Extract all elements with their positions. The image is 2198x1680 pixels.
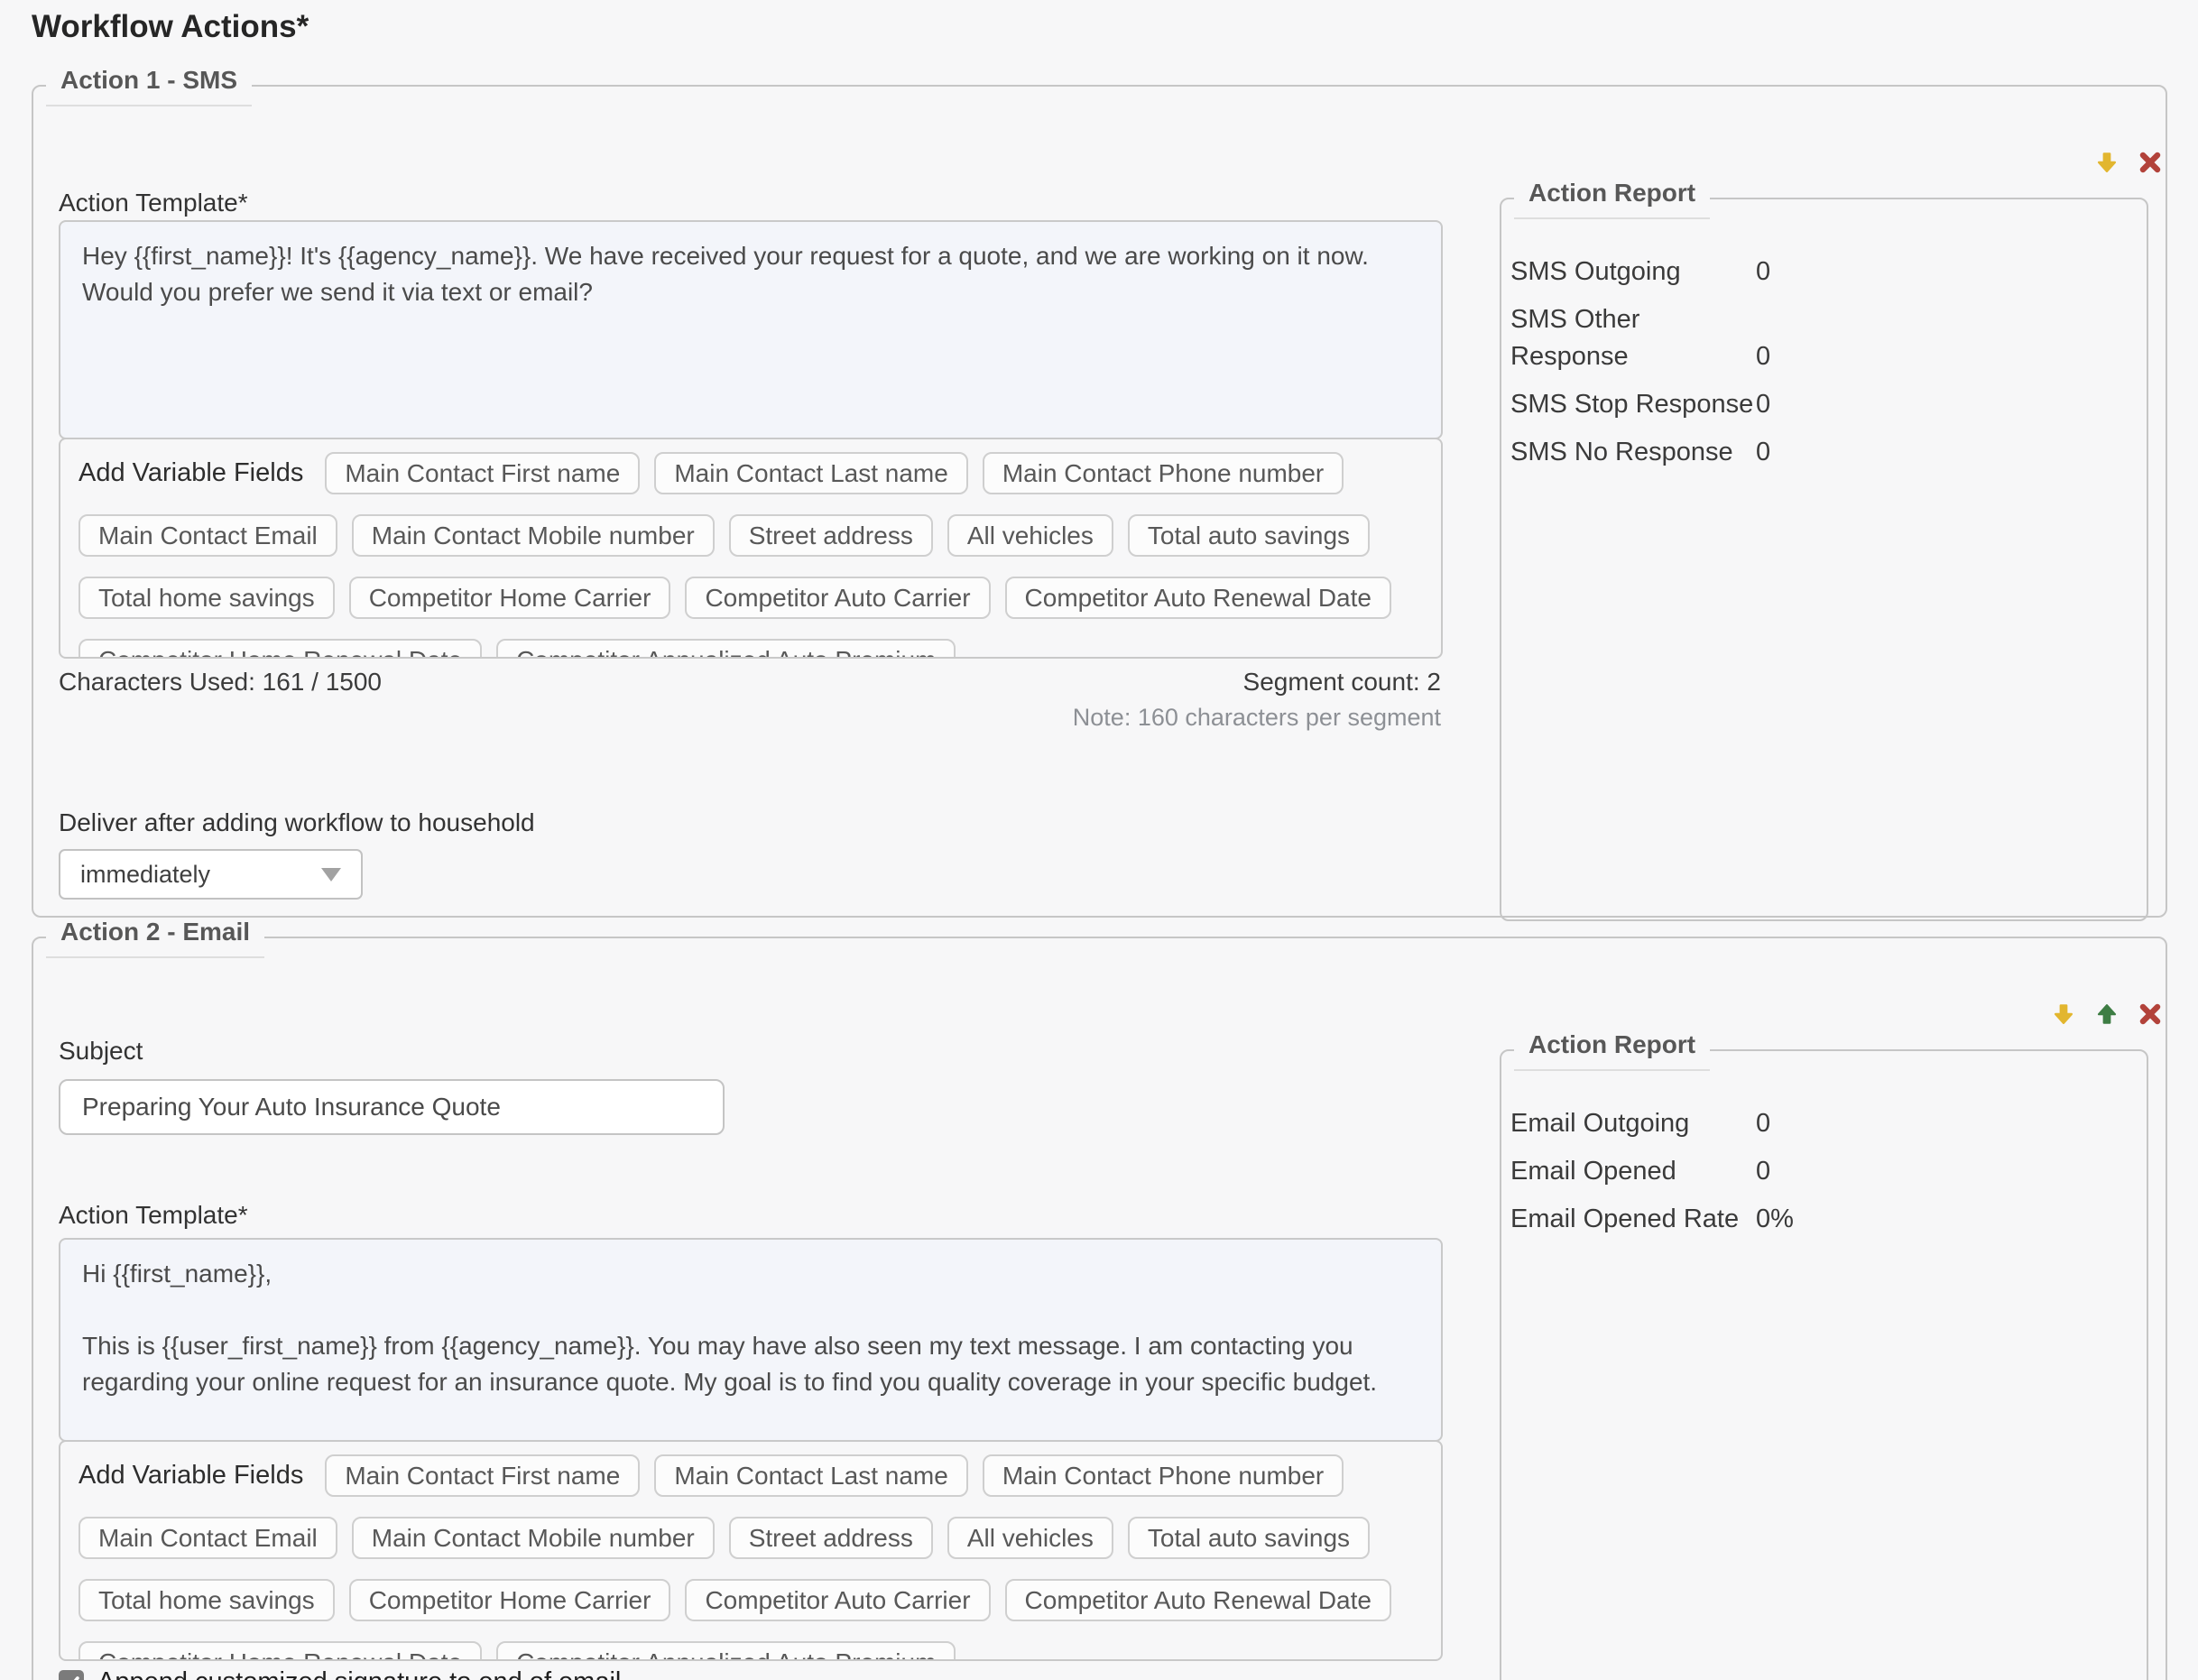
deliver-timing-select[interactable]: immediately <box>59 849 363 900</box>
arrow-down-icon <box>2093 149 2120 176</box>
action-template-label: Action Template* <box>59 1200 248 1231</box>
chevron-down-icon <box>321 868 341 882</box>
add-variable-fields-label: Add Variable Fields <box>78 452 303 494</box>
page-title: Workflow Actions* <box>32 9 309 45</box>
variable-field-button[interactable]: Competitor Auto Renewal Date <box>1005 577 1391 619</box>
report-row-value: 0 <box>1756 1153 2147 1190</box>
variable-field-button[interactable]: Total home savings <box>78 1579 335 1621</box>
workflow-actions-page: Workflow Actions* Action 1 - SMS Action … <box>0 0 2198 1680</box>
arrow-down-icon <box>2050 1001 2077 1028</box>
segment-note: Note: 160 characters per segment <box>1073 704 1441 732</box>
variable-field-button[interactable]: Competitor Auto Carrier <box>685 1579 990 1621</box>
variable-field-button[interactable]: Main Contact Email <box>78 514 337 557</box>
report-row-value: 0 <box>1756 338 2147 375</box>
sms-template-textarea[interactable]: Hey {{first_name}}! It's {{agency_name}}… <box>59 220 1443 439</box>
variable-field-button[interactable]: Total home savings <box>78 577 335 619</box>
report-row-label: Email Outgoing <box>1510 1105 1756 1142</box>
variable-field-button[interactable]: Competitor Auto Renewal Date <box>1005 1579 1391 1621</box>
variable-field-button[interactable]: Main Contact Phone number <box>983 1454 1344 1497</box>
action-1-legend: Action 1 - SMS <box>46 65 252 106</box>
variable-field-button[interactable]: Street address <box>729 1517 933 1559</box>
variable-field-button[interactable]: Competitor Home Renewal Date <box>78 639 482 659</box>
report-row-label: SMS No Response <box>1510 434 1756 471</box>
delete-action-button[interactable] <box>2137 149 2164 176</box>
action-report-legend: Action Report <box>1514 1029 1710 1071</box>
variable-field-button[interactable]: Competitor Home Carrier <box>349 1579 671 1621</box>
variable-field-button[interactable]: Competitor Home Carrier <box>349 577 671 619</box>
variable-field-button[interactable]: Main Contact First name <box>325 1454 640 1497</box>
report-row-label: Email Opened <box>1510 1153 1756 1190</box>
variable-field-button[interactable]: Main Contact First name <box>325 452 640 494</box>
deliver-after-label: Deliver after adding workflow to househo… <box>59 808 535 838</box>
variable-field-button[interactable]: Competitor Home Renewal Date <box>78 1641 482 1661</box>
variable-field-button[interactable]: Main Contact Mobile number <box>352 514 715 557</box>
email-report-rows: Email Outgoing 0 Email Opened 0 Email Op… <box>1510 1105 2147 1238</box>
report-row-value: 0 <box>1756 434 2147 471</box>
action-template-label: Action Template* <box>59 188 248 218</box>
variable-field-button[interactable]: Total auto savings <box>1128 1517 1370 1559</box>
email-action-report: Action Report Email Outgoing 0 Email Ope… <box>1500 1029 2148 1680</box>
email-template-textarea[interactable]: Hi {{first_name}}, This is {{user_first_… <box>59 1238 1443 1442</box>
action-1-sms-section: Action 1 - SMS Action Template* Hey {{fi… <box>32 65 2167 918</box>
variable-field-button[interactable]: Competitor Annualized Auto Premium <box>496 1641 956 1661</box>
variable-field-button[interactable]: Main Contact Mobile number <box>352 1517 715 1559</box>
append-signature-row: Append customized signature to end of em… <box>59 1667 621 1680</box>
add-variable-fields-label: Add Variable Fields <box>78 1454 303 1497</box>
segment-count: Segment count: 2 <box>1073 668 1441 697</box>
append-signature-checkbox[interactable] <box>59 1670 84 1680</box>
move-action-down-button[interactable] <box>2093 149 2120 176</box>
report-row-label: SMS Other Response <box>1510 301 1756 375</box>
close-icon <box>2137 149 2164 176</box>
variable-field-button[interactable]: Competitor Annualized Auto Premium <box>496 639 956 659</box>
deliver-timing-value: immediately <box>80 861 210 889</box>
delete-action-button[interactable] <box>2137 1001 2164 1028</box>
variable-field-button[interactable]: Competitor Auto Carrier <box>685 577 990 619</box>
email-variable-fields-panel: Add Variable Fields Main Contact First n… <box>59 1440 1443 1661</box>
report-row-label: Email Opened Rate <box>1510 1201 1756 1238</box>
report-row-value: 0 <box>1756 254 2147 291</box>
action-2-legend: Action 2 - Email <box>46 917 264 958</box>
report-row-label: SMS Outgoing <box>1510 254 1756 291</box>
variable-field-button[interactable]: Total auto savings <box>1128 514 1370 557</box>
move-action-down-button[interactable] <box>2050 1001 2077 1028</box>
sms-report-rows: SMS Outgoing 0 SMS Other Response 0 SMS … <box>1510 254 2147 471</box>
variable-field-button[interactable]: Main Contact Phone number <box>983 452 1344 494</box>
append-signature-label: Append customized signature to end of em… <box>97 1667 621 1680</box>
variable-field-button[interactable]: Main Contact Last name <box>654 452 968 494</box>
subject-input[interactable] <box>59 1079 725 1135</box>
variable-field-button[interactable]: All vehicles <box>947 1517 1113 1559</box>
variable-field-button[interactable]: Main Contact Last name <box>654 1454 968 1497</box>
action-2-controls <box>2050 1001 2164 1028</box>
report-row-value: 0 <box>1756 386 2147 423</box>
action-2-email-section: Action 2 - Email Subject Action Template… <box>32 917 2167 1680</box>
sms-variable-fields-panel: Add Variable Fields Main Contact First n… <box>59 438 1443 659</box>
variable-field-button[interactable]: All vehicles <box>947 514 1113 557</box>
move-action-up-button[interactable] <box>2093 1001 2120 1028</box>
arrow-up-icon <box>2093 1001 2120 1028</box>
action-1-controls <box>2093 149 2164 176</box>
sms-action-report: Action Report SMS Outgoing 0 SMS Other R… <box>1500 178 2148 921</box>
report-row-value: 0% <box>1756 1201 2147 1238</box>
report-row-value: 0 <box>1756 1105 2147 1142</box>
report-row-label: SMS Stop Response <box>1510 386 1756 423</box>
check-icon <box>61 1673 81 1680</box>
segment-info: Segment count: 2 Note: 160 characters pe… <box>1073 668 1441 732</box>
action-report-legend: Action Report <box>1514 178 1710 219</box>
variable-field-button[interactable]: Main Contact Email <box>78 1517 337 1559</box>
variable-field-button[interactable]: Street address <box>729 514 933 557</box>
close-icon <box>2137 1001 2164 1028</box>
subject-label: Subject <box>59 1036 143 1066</box>
characters-used-counter: Characters Used: 161 / 1500 <box>59 668 382 697</box>
